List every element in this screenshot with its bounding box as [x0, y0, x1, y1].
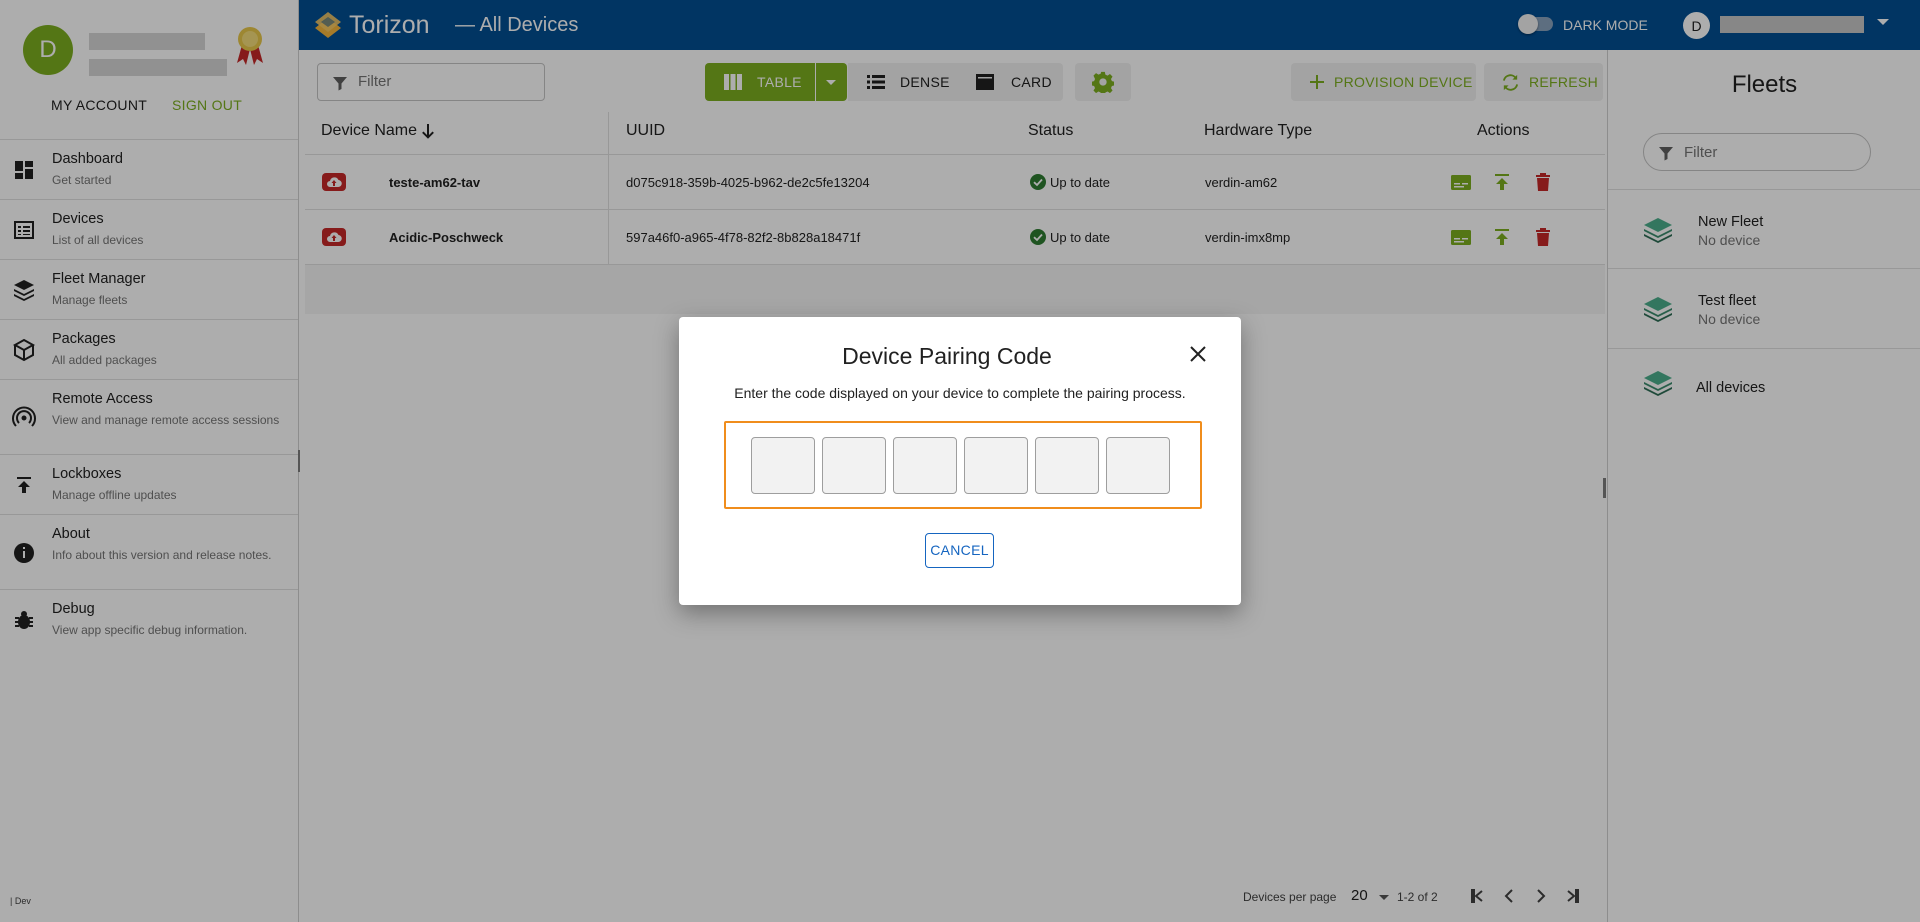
dialog-title: Device Pairing Code: [842, 343, 1052, 369]
close-icon[interactable]: [1186, 342, 1210, 366]
sidebar-resize-handle[interactable]: [298, 450, 300, 472]
pairing-code-digit-3[interactable]: [893, 437, 957, 494]
pairing-code-input-group: [724, 421, 1202, 509]
pairing-code-digit-2[interactable]: [822, 437, 886, 494]
device-pairing-dialog: Device Pairing Code Enter the code displ…: [679, 317, 1241, 605]
dialog-description: Enter the code displayed on your device …: [734, 385, 1186, 401]
fleets-panel-resize-handle[interactable]: [1603, 478, 1606, 498]
cancel-button[interactable]: CANCEL: [925, 533, 994, 568]
pairing-code-digit-5[interactable]: [1035, 437, 1099, 494]
pairing-code-digit-1[interactable]: [751, 437, 815, 494]
pairing-code-digit-6[interactable]: [1106, 437, 1170, 494]
pairing-code-digit-4[interactable]: [964, 437, 1028, 494]
